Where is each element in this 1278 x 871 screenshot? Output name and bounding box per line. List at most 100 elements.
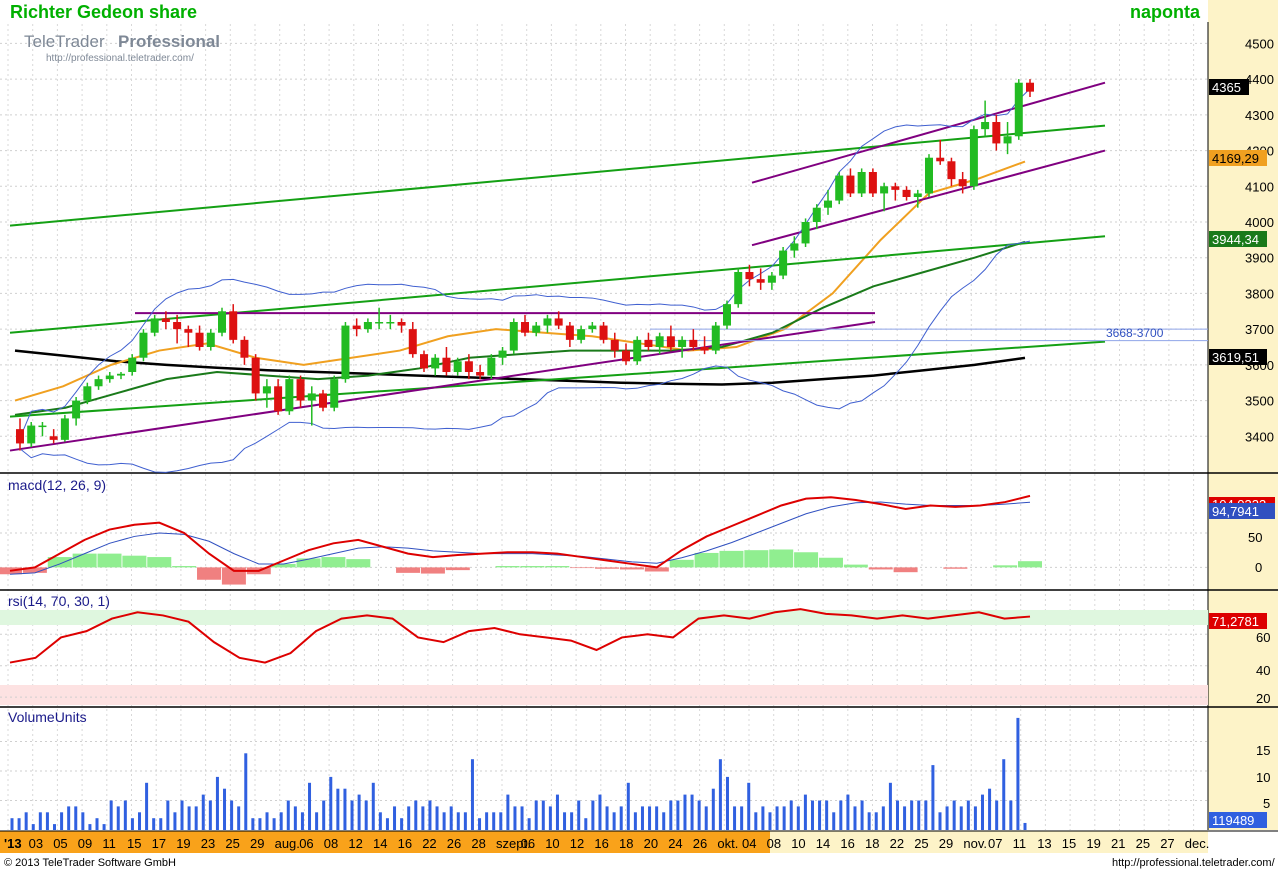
volume-bar	[414, 800, 418, 830]
volume-bar	[740, 806, 744, 830]
volume-bar	[95, 818, 99, 830]
macd-histogram-bar	[993, 565, 1018, 568]
volume-bar	[810, 800, 814, 830]
candle-body	[790, 243, 799, 251]
volume-bar	[145, 782, 149, 830]
volume-bar	[152, 818, 156, 830]
volume-bar	[130, 818, 134, 830]
volume-bar	[180, 800, 184, 830]
rsi-value-badge: 71,2781	[1209, 613, 1267, 629]
volume-bar	[492, 812, 496, 830]
candle-body	[689, 339, 698, 347]
volume-bar	[747, 782, 751, 830]
date-label: 16	[398, 836, 412, 851]
price-tick: 4400	[1245, 72, 1274, 87]
date-label: 07	[988, 836, 1002, 851]
candle-body	[319, 393, 327, 408]
price-tick: 3400	[1245, 429, 1274, 444]
copyright: © 2013 TeleTrader Software GmbH	[4, 857, 176, 869]
date-label: 11	[102, 836, 116, 851]
candle-body	[251, 357, 260, 394]
date-label: 06	[521, 836, 535, 851]
macd-value-badge: 104,0323 94,7941	[1209, 497, 1275, 519]
logo-url: http://professional.teletrader.com/	[46, 53, 194, 64]
volume-bar	[669, 800, 673, 830]
logo-main: TeleTrader	[24, 32, 105, 51]
volume-bar	[237, 806, 241, 830]
candle-body	[49, 436, 58, 440]
rsi-tick-60: 60	[1256, 630, 1270, 645]
candle-body	[925, 157, 933, 194]
candle-body	[229, 311, 238, 340]
candle-body	[60, 418, 69, 440]
date-label: 22	[890, 836, 904, 851]
volume-bar	[187, 806, 191, 830]
volume-bar	[839, 800, 843, 830]
candle-body	[981, 122, 990, 130]
volume-bar	[718, 759, 722, 830]
volume-bar	[456, 812, 460, 830]
volume-bar	[300, 812, 304, 830]
volume-bar	[393, 806, 397, 830]
volume-bar	[931, 765, 935, 830]
candle-body	[891, 186, 900, 190]
price-tick: 3900	[1245, 251, 1274, 266]
volume-bar	[470, 759, 474, 830]
candle-body	[341, 325, 350, 380]
macd-histogram-bar	[420, 567, 445, 574]
candle-body	[330, 379, 339, 408]
candle-body	[498, 350, 507, 358]
date-label: 14	[816, 836, 830, 851]
date-label: '13	[4, 836, 22, 851]
volume-bar	[378, 812, 382, 830]
volume-bar	[782, 806, 786, 830]
candle-body	[734, 272, 743, 305]
date-label: 29	[939, 836, 953, 851]
volume-bar	[640, 806, 644, 830]
volume-bar	[74, 806, 78, 830]
candle-body	[150, 318, 159, 333]
candle-body	[27, 425, 36, 444]
candle-body	[812, 207, 821, 222]
volume-bar	[988, 788, 992, 830]
macd-tick-0: 0	[1255, 560, 1262, 575]
volume-bar	[541, 800, 545, 830]
date-label: 11	[1013, 836, 1027, 851]
volume-bar	[973, 806, 977, 830]
volume-bar	[1009, 800, 1013, 830]
date-label: 06	[299, 836, 313, 851]
date-label: nov.	[963, 836, 987, 851]
volume-bar	[428, 800, 432, 830]
volume-bar	[888, 782, 892, 830]
volume-bar	[421, 806, 425, 830]
candle-body	[274, 386, 283, 412]
candle-body	[992, 122, 1001, 144]
volume-bar	[159, 818, 163, 830]
ma-orange-value: 4169,29	[1212, 151, 1259, 166]
volume-bar	[980, 794, 984, 830]
volume-bar	[648, 806, 652, 830]
volume-bar	[407, 806, 411, 830]
volume-bar	[286, 800, 290, 830]
volume-bar	[612, 812, 616, 830]
candle-body	[117, 373, 125, 376]
volume-bar	[697, 800, 701, 830]
volume-bar	[442, 812, 446, 830]
volume-bar	[343, 788, 347, 830]
candle-body	[824, 200, 832, 208]
volume-bar	[938, 812, 942, 830]
volume-bar	[223, 788, 227, 830]
volume-bar	[619, 806, 623, 830]
volume-bar	[478, 818, 482, 830]
volume-bar	[577, 800, 581, 830]
date-label: 26	[447, 836, 461, 851]
volume-bar	[895, 800, 899, 830]
vol-tick-5: 5	[1263, 796, 1270, 811]
period-label: naponta	[1130, 2, 1201, 22]
date-label: 10	[545, 836, 559, 851]
candle-body	[509, 322, 518, 351]
date-label: 23	[201, 836, 215, 851]
volume-bar	[279, 812, 283, 830]
volume-bar	[1002, 759, 1006, 830]
candle-body	[857, 172, 866, 194]
